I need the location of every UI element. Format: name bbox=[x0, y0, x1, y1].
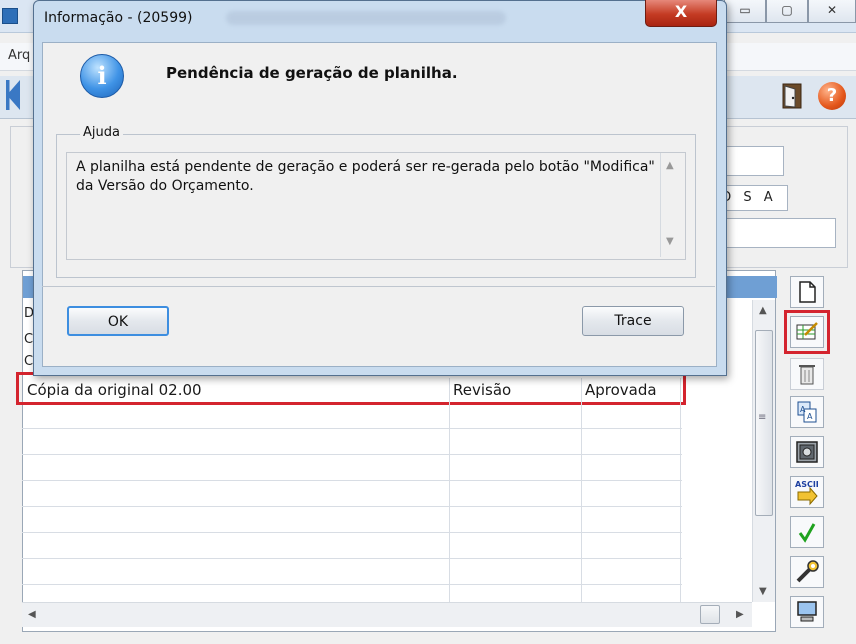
exit-door-icon[interactable] bbox=[780, 82, 806, 110]
svg-text:A: A bbox=[800, 405, 806, 414]
scroll-down-icon[interactable]: ▼ bbox=[759, 586, 767, 597]
delete-icon[interactable] bbox=[790, 358, 824, 390]
row-divider bbox=[22, 558, 682, 559]
menu-item-arquivo[interactable]: Arq bbox=[8, 48, 30, 63]
column-divider bbox=[680, 378, 681, 602]
ascii-export-icon[interactable]: ASCII bbox=[790, 476, 824, 508]
horizontal-scroll-thumb[interactable] bbox=[700, 605, 720, 624]
ok-button[interactable]: OK bbox=[67, 306, 169, 336]
modifica-highlight bbox=[784, 310, 830, 354]
scroll-right-icon[interactable]: ▶ bbox=[736, 609, 744, 620]
help-scroll-down-icon[interactable]: ▼ bbox=[666, 236, 674, 247]
grid-label-c1: C bbox=[24, 332, 34, 347]
svg-text:ASCII: ASCII bbox=[795, 480, 819, 489]
help-text: A planilha está pendente de geração e po… bbox=[76, 159, 655, 194]
grip-icon: ≡ bbox=[758, 412, 767, 423]
row-divider bbox=[22, 428, 682, 429]
horizontal-scrollbar[interactable] bbox=[22, 602, 752, 627]
close-window-button[interactable]: ✕ bbox=[808, 0, 856, 23]
copy-icon[interactable]: AA bbox=[790, 396, 824, 428]
help-icon[interactable]: ? bbox=[818, 82, 846, 110]
blurred-title-region bbox=[226, 11, 506, 25]
row-divider bbox=[22, 454, 682, 455]
vault-icon[interactable] bbox=[790, 436, 824, 468]
minimize-button[interactable]: ▭ bbox=[724, 0, 766, 23]
tools-icon[interactable] bbox=[790, 556, 824, 588]
column-divider bbox=[449, 378, 450, 602]
new-document-icon[interactable] bbox=[790, 276, 824, 308]
dialog-separator bbox=[42, 286, 715, 287]
row-divider bbox=[22, 506, 682, 507]
row-divider bbox=[22, 584, 682, 585]
row-divider bbox=[22, 480, 682, 481]
vertical-scroll-thumb[interactable] bbox=[755, 330, 773, 516]
maximize-button[interactable]: ▢ bbox=[766, 0, 808, 23]
column-divider bbox=[581, 378, 582, 602]
trace-button[interactable]: Trace bbox=[582, 306, 684, 336]
help-legend: Ajuda bbox=[80, 125, 123, 140]
selected-row-highlight bbox=[16, 372, 686, 405]
svg-text:A: A bbox=[807, 412, 813, 421]
computer-icon[interactable] bbox=[790, 596, 824, 628]
dialog-close-button[interactable]: X bbox=[645, 0, 717, 27]
help-scroll-up-icon[interactable]: ▲ bbox=[666, 160, 674, 171]
app-icon bbox=[2, 8, 18, 24]
dialog-message: Pendência de geração de planilha. bbox=[166, 64, 458, 82]
info-icon: i bbox=[80, 54, 124, 98]
scroll-up-icon[interactable]: ▲ bbox=[759, 305, 767, 316]
row-divider bbox=[22, 532, 682, 533]
dialog-title: Informação - (20599) bbox=[44, 10, 193, 26]
check-icon[interactable] bbox=[790, 516, 824, 548]
scroll-left-icon[interactable]: ◀ bbox=[28, 609, 36, 620]
field-description[interactable] bbox=[716, 218, 836, 248]
grid-label-c2: C bbox=[24, 354, 34, 369]
